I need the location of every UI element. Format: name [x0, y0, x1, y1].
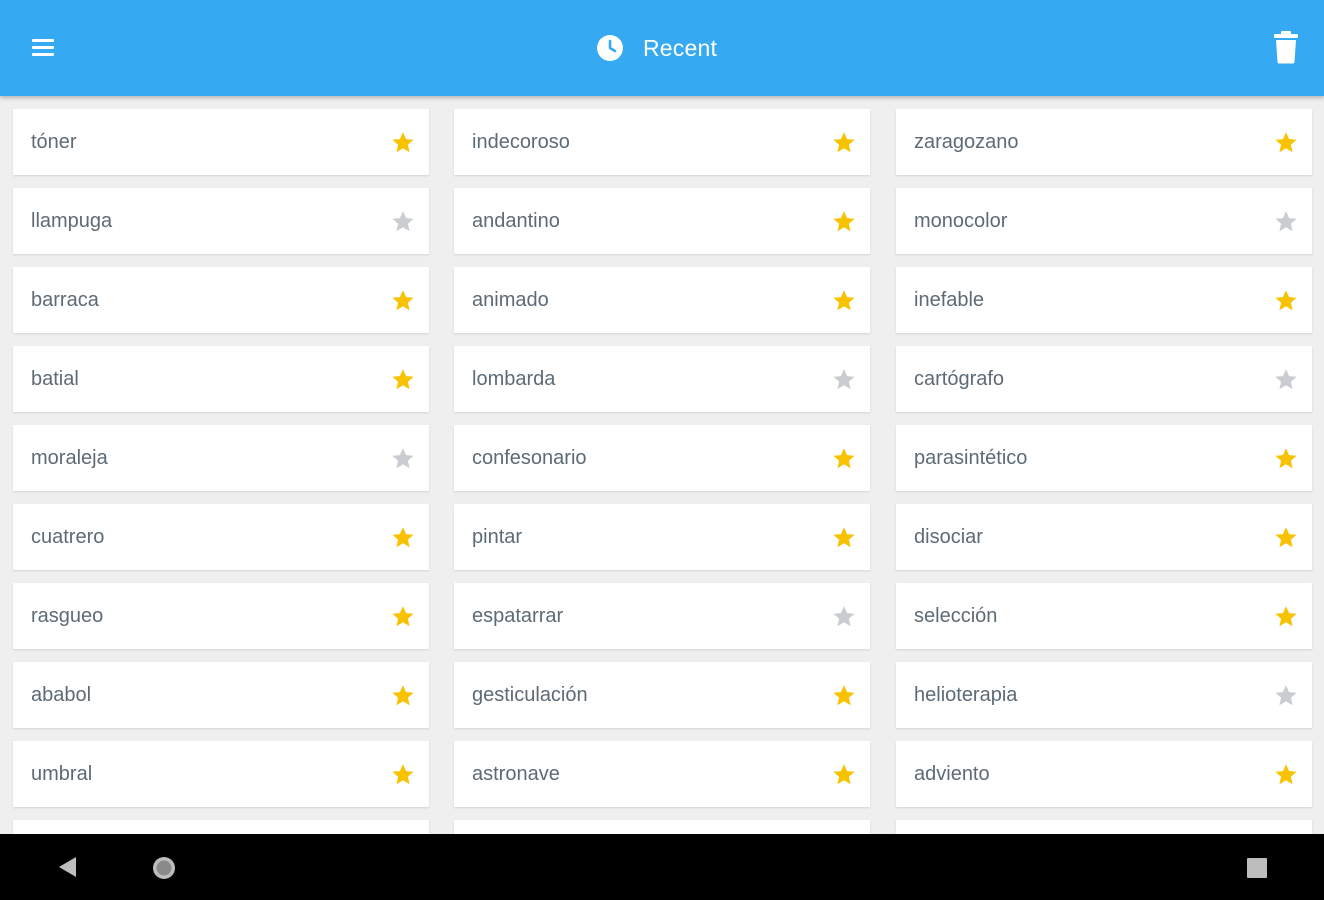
star-filled-icon[interactable] [832, 210, 856, 233]
star-filled-icon[interactable] [832, 289, 856, 312]
star-filled-icon[interactable] [391, 605, 415, 628]
recents-square-icon[interactable] [1246, 857, 1268, 879]
star-empty-icon[interactable] [1274, 684, 1298, 707]
star-empty-icon[interactable] [1274, 210, 1298, 233]
star-filled-icon[interactable] [832, 131, 856, 154]
word-card[interactable] [13, 820, 429, 834]
word-label: cartógrafo [914, 368, 1005, 390]
word-card[interactable]: helioterapia [896, 662, 1312, 728]
word-label: inefable [914, 289, 985, 311]
word-card[interactable]: batial [13, 346, 429, 412]
clock-icon [597, 35, 623, 61]
word-label: tóner [31, 131, 77, 153]
star-filled-icon[interactable] [832, 763, 856, 786]
word-label: batial [31, 368, 79, 390]
word-card[interactable]: tóner [13, 109, 429, 175]
word-label: rasgueo [31, 605, 104, 627]
word-label: indecoroso [472, 131, 570, 153]
star-filled-icon[interactable] [391, 684, 415, 707]
system-nav-bar [0, 834, 1324, 900]
word-card[interactable] [896, 820, 1312, 834]
word-card[interactable]: inefable [896, 267, 1312, 333]
word-card[interactable]: confesonario [454, 425, 870, 491]
word-card[interactable]: astronave [454, 741, 870, 807]
word-label: confesonario [472, 447, 587, 469]
star-filled-icon[interactable] [1274, 526, 1298, 549]
word-label: astronave [472, 763, 560, 785]
star-empty-icon[interactable] [391, 210, 415, 233]
word-label: zaragozano [914, 131, 1019, 153]
word-card[interactable]: disociar [896, 504, 1312, 570]
star-filled-icon[interactable] [1274, 289, 1298, 312]
word-label: animado [472, 289, 549, 311]
word-label: parasintético [914, 447, 1028, 469]
star-filled-icon[interactable] [391, 368, 415, 391]
title-group: Recent [596, 33, 717, 63]
word-card[interactable]: monocolor [896, 188, 1312, 254]
word-label: andantino [472, 210, 560, 232]
word-label: disociar [914, 526, 983, 548]
back-triangle-icon[interactable] [56, 855, 80, 879]
star-filled-icon[interactable] [832, 684, 856, 707]
app-bar: Recent [0, 0, 1324, 96]
word-card[interactable]: umbral [13, 741, 429, 807]
word-card[interactable]: pintar [454, 504, 870, 570]
star-filled-icon[interactable] [391, 289, 415, 312]
star-empty-icon[interactable] [832, 368, 856, 391]
word-card[interactable]: cartógrafo [896, 346, 1312, 412]
star-filled-icon[interactable] [391, 526, 415, 549]
word-label: llampuga [31, 210, 113, 232]
star-filled-icon[interactable] [391, 763, 415, 786]
word-card[interactable]: ababol [13, 662, 429, 728]
star-filled-icon[interactable] [1274, 763, 1298, 786]
word-card[interactable]: gesticulación [454, 662, 870, 728]
word-card[interactable]: cuatrero [13, 504, 429, 570]
word-label: monocolor [914, 210, 1008, 232]
word-card[interactable]: selección [896, 583, 1312, 649]
word-label: helioterapia [914, 684, 1018, 706]
page-title: Recent [643, 34, 718, 61]
word-label: gesticulación [472, 684, 588, 706]
word-card[interactable]: barraca [13, 267, 429, 333]
word-card[interactable] [454, 820, 870, 834]
home-circle-icon[interactable] [152, 856, 176, 880]
word-card[interactable]: espatarrar [454, 583, 870, 649]
star-empty-icon[interactable] [832, 605, 856, 628]
word-card[interactable]: indecoroso [454, 109, 870, 175]
menu-icon-line [32, 46, 54, 49]
word-card[interactable]: animado [454, 267, 870, 333]
star-filled-icon[interactable] [1274, 131, 1298, 154]
word-label: espatarrar [472, 605, 564, 627]
word-label: ababol [31, 684, 92, 706]
word-label: umbral [31, 763, 93, 785]
word-card[interactable]: lombarda [454, 346, 870, 412]
menu-icon-line [32, 53, 54, 56]
word-label: adviento [914, 763, 990, 785]
word-label: lombarda [472, 368, 556, 390]
recent-words-grid: tóner indecoroso zaragozano llampuga andanti… [0, 96, 1324, 834]
word-card[interactable]: andantino [454, 188, 870, 254]
word-card[interactable]: zaragozano [896, 109, 1312, 175]
star-filled-icon[interactable] [832, 526, 856, 549]
menu-icon-line [32, 39, 54, 42]
star-filled-icon[interactable] [832, 447, 856, 470]
word-label: cuatrero [31, 526, 105, 548]
word-label: barraca [31, 289, 99, 311]
word-label: moraleja [31, 447, 108, 469]
star-filled-icon[interactable] [391, 131, 415, 154]
word-card[interactable]: parasintético [896, 425, 1312, 491]
star-empty-icon[interactable] [1274, 368, 1298, 391]
word-card[interactable]: llampuga [13, 188, 429, 254]
word-label: pintar [472, 526, 523, 548]
star-empty-icon[interactable] [391, 447, 415, 470]
star-filled-icon[interactable] [1274, 447, 1298, 470]
menu-button[interactable] [30, 36, 56, 58]
word-label: selección [914, 605, 998, 627]
word-card[interactable]: moraleja [13, 425, 429, 491]
star-filled-icon[interactable] [1274, 605, 1298, 628]
trash-icon[interactable] [1270, 30, 1302, 64]
word-card[interactable]: adviento [896, 741, 1312, 807]
word-card[interactable]: rasgueo [13, 583, 429, 649]
